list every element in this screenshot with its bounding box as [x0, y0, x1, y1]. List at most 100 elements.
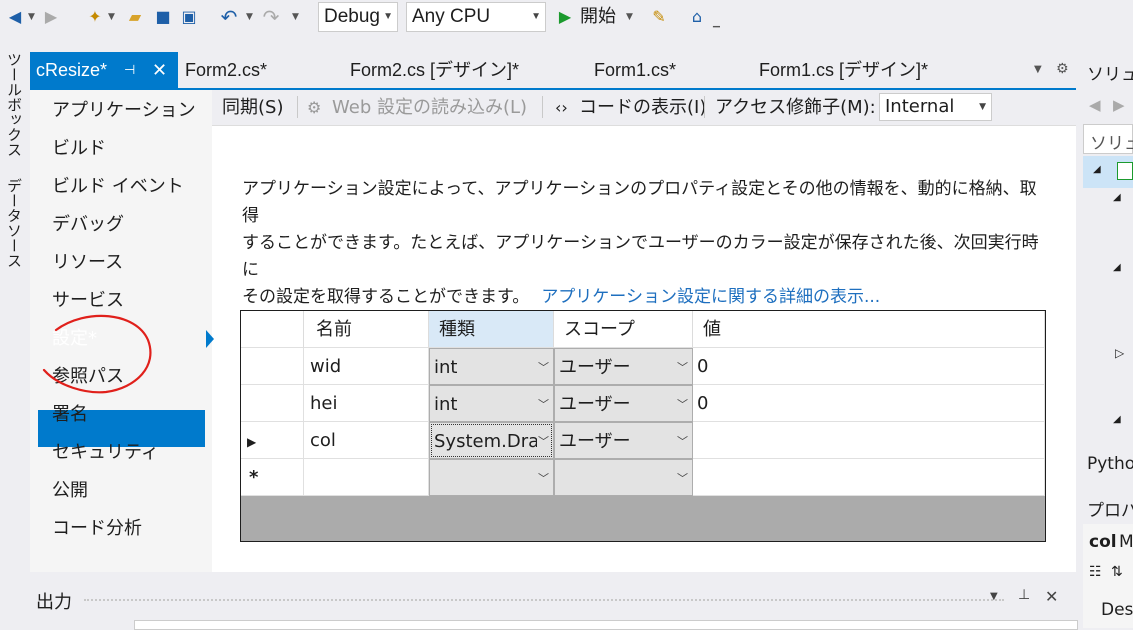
forward-icon[interactable]: ▶	[1113, 96, 1125, 114]
new-project-icon[interactable]: ✦	[84, 6, 106, 28]
solution-search-input[interactable]: ソリュー	[1083, 124, 1133, 154]
sync-button[interactable]: 同期(S)	[222, 90, 283, 125]
new-row: * ﹀ ﹀	[241, 459, 1045, 496]
chevron-down-icon: ▼	[979, 102, 986, 112]
more-info-link[interactable]: アプリケーション設定に関する詳細の表示...	[541, 287, 880, 307]
setting-scope-dropdown[interactable]: ユーザー ﹀	[554, 385, 693, 422]
toolbox-tab[interactable]: ツールボックス	[4, 52, 25, 157]
tab-label: cResize*	[36, 60, 108, 80]
alphabetical-icon[interactable]: ⇅	[1111, 564, 1123, 580]
load-web-settings-button[interactable]: Web 設定の読み込み(L)	[332, 90, 527, 125]
row-header[interactable]: ▶	[241, 422, 304, 459]
tab-form2-design[interactable]: Form2.cs [デザイン]*	[350, 52, 519, 88]
new-setting-scope-dropdown[interactable]: ﹀	[554, 459, 693, 496]
setting-name-cell[interactable]: hei	[304, 385, 429, 422]
undo-icon[interactable]: ↶	[218, 6, 240, 28]
start-button[interactable]: 開始	[580, 6, 616, 28]
tab-cresize[interactable]: cResize* ⊣ ✕	[30, 52, 178, 88]
toolbar-options-icon[interactable]: ▁	[713, 12, 720, 34]
nav-item-code-analysis[interactable]: コード分析	[52, 511, 142, 547]
new-setting-type-dropdown[interactable]: ﹀	[429, 459, 554, 496]
nav-item-build-events[interactable]: ビルド イベント	[52, 169, 184, 205]
undo-dropdown-icon[interactable]: ▼	[246, 6, 253, 28]
start-icon[interactable]: ▶	[554, 6, 576, 28]
expand-arrow-icon[interactable]: ◢	[1113, 192, 1121, 203]
column-header-type[interactable]: 種類	[429, 311, 554, 348]
save-all-icon[interactable]: ▣	[178, 6, 200, 28]
back-icon[interactable]: ◀	[1089, 96, 1101, 114]
nav-item-publish[interactable]: 公開	[52, 473, 88, 509]
close-icon[interactable]: ✕	[1045, 587, 1058, 606]
collapse-arrow-icon[interactable]: ▷	[1115, 346, 1124, 360]
setting-type-dropdown[interactable]: System.Drawing.Color﹀	[429, 422, 554, 459]
setting-name-cell[interactable]: col	[304, 422, 429, 459]
chevron-down-icon: ﹀	[677, 472, 688, 485]
row-header[interactable]	[241, 348, 304, 385]
main-toolbar: ◀ ▼ ▶ ✦ ▼ ▰ ■ ▣ ↶ ▼ ↷ ▼ Debug ▼ Any CPU …	[0, 0, 1133, 38]
configuration-select[interactable]: Debug ▼	[318, 2, 398, 32]
column-header-scope[interactable]: スコープ	[554, 311, 693, 348]
chevron-down-icon[interactable]: ▼	[990, 591, 998, 602]
categorized-icon[interactable]: ☷	[1089, 564, 1102, 580]
pin-icon[interactable]: ⊥	[1018, 587, 1030, 603]
table-row: wid int ﹀ ユーザー ﹀ 0	[241, 348, 1045, 385]
python-environments-tab[interactable]: Pytho	[1087, 454, 1133, 474]
description-line: アプリケーション設定によって、アプリケーションのプロパティ設定とその他の情報を、…	[242, 179, 1037, 226]
tab-label: Form1.cs*	[594, 60, 677, 80]
platform-value: Any CPU	[412, 6, 491, 27]
tab-form1-cs[interactable]: Form1.cs*	[594, 52, 676, 88]
column-header-value[interactable]: 値	[693, 311, 1045, 348]
access-modifier-label: アクセス修飾子(M):	[715, 97, 876, 118]
chevron-down-icon: ﹀	[677, 361, 688, 374]
platform-select[interactable]: Any CPU ▼	[406, 2, 546, 32]
tab-list-chevron-icon[interactable]: ▼	[1034, 64, 1042, 75]
browser-icon[interactable]: ⌂	[686, 6, 708, 28]
gear-icon[interactable]: ⚙	[1056, 61, 1069, 77]
setting-scope-dropdown[interactable]: ユーザー ﹀	[554, 422, 693, 459]
setting-scope-value: ユーザー	[559, 431, 631, 452]
solution-tree-selected-item[interactable]: ◢	[1083, 156, 1133, 188]
open-folder-icon[interactable]: ▰	[124, 6, 146, 28]
output-panel: 出力 ▼ ⊥ ✕	[30, 580, 1078, 630]
settings-toolbar: 同期(S) ⚙ Web 設定の読み込み(L) ‹› コードの表示(I) アクセス…	[212, 90, 1076, 126]
nav-item-debug[interactable]: デバッグ	[52, 207, 124, 243]
new-setting-value-cell[interactable]	[693, 459, 1045, 496]
setting-type-dropdown[interactable]: int ﹀	[429, 348, 554, 385]
new-setting-name-cell[interactable]	[304, 459, 429, 496]
setting-type-dropdown[interactable]: int ﹀	[429, 385, 554, 422]
new-row-marker[interactable]: *	[241, 459, 304, 496]
access-modifier-select[interactable]: Internal ▼	[879, 93, 992, 121]
expand-arrow-icon[interactable]: ◢	[1113, 262, 1121, 273]
setting-scope-dropdown[interactable]: ユーザー ﹀	[554, 348, 693, 385]
setting-name-cell[interactable]: wid	[304, 348, 429, 385]
right-tool-panel: ソリュー ◀ ▶ ソリュー ◢ ◢ ◢ ▷ ◢ Pytho プロパ col M …	[1081, 52, 1133, 628]
attach-icon[interactable]: ✎	[648, 6, 670, 28]
nav-item-security[interactable]: セキュリティ	[52, 435, 159, 471]
forward-icon[interactable]: ▶	[40, 6, 62, 28]
view-code-button[interactable]: コードの表示(I)	[579, 90, 706, 125]
column-header-name[interactable]: 名前	[304, 311, 429, 348]
start-dropdown-icon[interactable]: ▼	[626, 6, 633, 28]
tab-form1-design[interactable]: Form1.cs [デザイン]*	[759, 52, 928, 88]
new-dropdown-icon[interactable]: ▼	[108, 6, 115, 28]
nav-item-resources[interactable]: リソース	[52, 245, 123, 281]
redo-icon[interactable]: ↷	[260, 6, 282, 28]
pin-icon[interactable]: ⊣	[124, 52, 135, 88]
tab-form2-cs[interactable]: Form2.cs*	[185, 52, 267, 88]
nav-item-build[interactable]: ビルド	[52, 131, 106, 167]
back-dropdown-icon[interactable]: ▼	[28, 6, 35, 28]
close-icon[interactable]: ✕	[152, 52, 167, 88]
datasources-tab[interactable]: データソース	[4, 178, 25, 268]
setting-value-cell[interactable]: 0	[693, 348, 1045, 385]
row-header[interactable]	[241, 385, 304, 422]
output-title-grip	[84, 599, 1004, 605]
output-content[interactable]	[134, 620, 1078, 630]
redo-dropdown-icon[interactable]: ▼	[292, 6, 299, 28]
save-icon[interactable]: ■	[152, 6, 174, 28]
setting-value-cell[interactable]: 0	[693, 385, 1045, 422]
back-icon[interactable]: ◀	[4, 6, 26, 28]
setting-value-cell[interactable]	[693, 422, 1045, 459]
expand-arrow-icon[interactable]: ◢	[1113, 414, 1121, 425]
left-tool-strip: ツールボックス データソース	[0, 38, 28, 628]
nav-item-application[interactable]: アプリケーション	[52, 93, 196, 129]
